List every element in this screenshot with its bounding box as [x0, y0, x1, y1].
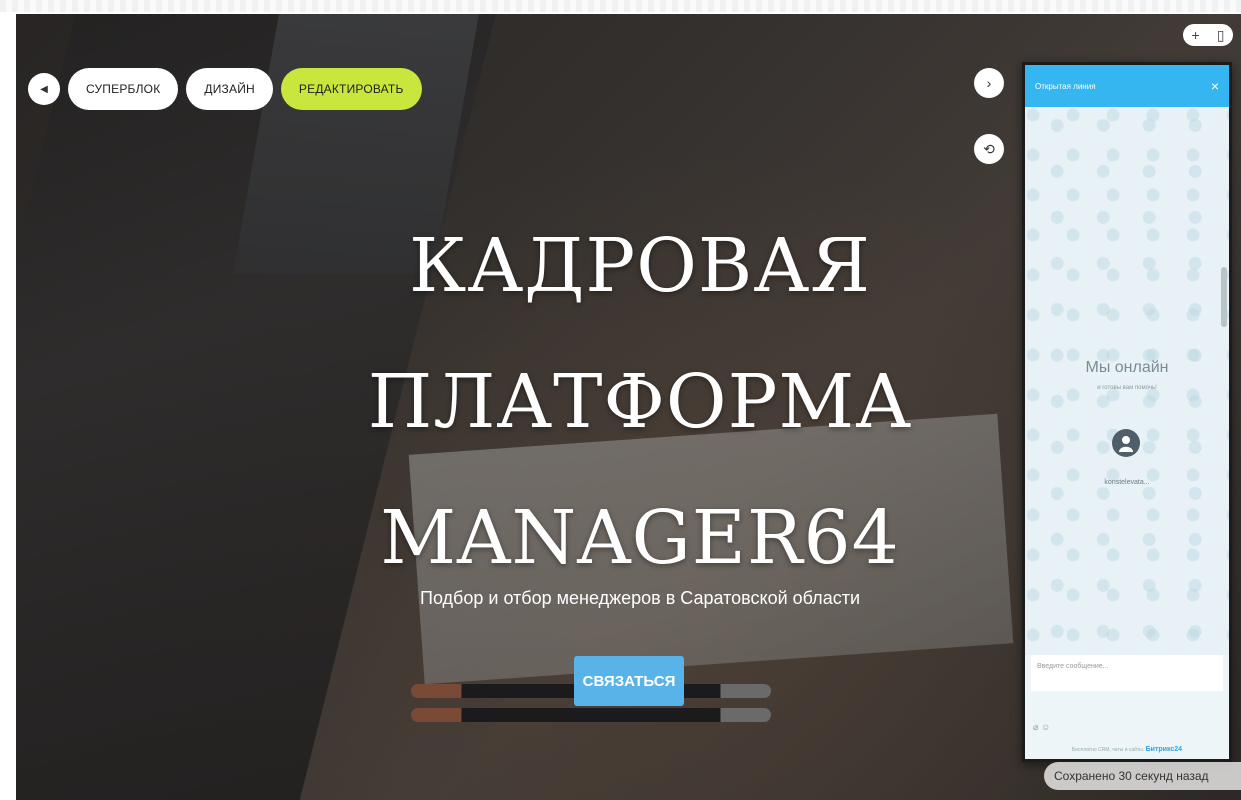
trash-icon[interactable]: ▯	[1217, 27, 1225, 44]
chevron-right-icon: ›	[986, 75, 992, 91]
operator-avatar	[1112, 429, 1140, 457]
hero-subtitle: Подбор и отбор менеджеров в Саратовской …	[420, 588, 860, 608]
bitrix-brand-link[interactable]: Битрикс24	[1146, 746, 1182, 753]
next-button[interactable]: ›	[974, 68, 1004, 98]
operator-name: konstelevata...	[1104, 479, 1150, 486]
chat-footer: Бесплатно CRM, чаты и сайты. Битрикс24	[1025, 746, 1229, 753]
block-side-controls: › ⟲	[974, 68, 1004, 200]
chat-online-title: Мы онлайн	[1085, 359, 1169, 376]
edit-button[interactable]: РЕДАКТИРОВАТЬ	[280, 68, 422, 110]
hero-title-line2: ПЛАТФОРМА	[367, 359, 913, 445]
chat-header: Открытая линия ×	[1025, 65, 1229, 107]
chat-footer-text: Бесплатно CRM, чаты и сайты.	[1071, 747, 1145, 753]
contact-button[interactable]: СВЯЗАТЬСЯ	[574, 656, 684, 706]
chat-scrollbar[interactable]	[1221, 267, 1227, 327]
chat-tools: ⌀ ☺	[1033, 722, 1050, 733]
top-ruler-strip	[0, 0, 1241, 12]
link-icon: ⟲	[983, 140, 995, 157]
chevron-left-icon: ◀	[40, 83, 48, 95]
add-block-button[interactable]: +	[1192, 27, 1200, 43]
top-right-controls: + ▯	[1183, 24, 1233, 46]
chat-widget: Открытая линия × Мы онлайн и готовы вам …	[1022, 62, 1232, 762]
user-icon	[1119, 436, 1133, 452]
save-status-notice: Сохранено 30 секунд назад	[1044, 762, 1241, 790]
link-button[interactable]: ⟲	[974, 134, 1004, 164]
back-button[interactable]: ◀	[28, 73, 60, 105]
hero-title-line3: MANAGER64	[380, 495, 900, 581]
hero-title: КАДРОВАЯ ПЛАТФОРМА MANAGER64	[340, 198, 940, 606]
superblock-button[interactable]: СУПЕРБЛОК	[68, 68, 179, 110]
hero-title-line1: КАДРОВАЯ	[408, 223, 872, 309]
attach-icon[interactable]: ⌀	[1033, 722, 1038, 732]
chat-header-title: Открытая линия	[1035, 81, 1096, 91]
chat-message-input[interactable]: Введите сообщение...	[1031, 655, 1223, 691]
editor-toolbar: ◀ СУПЕРБЛОК ДИЗАЙН РЕДАКТИРОВАТЬ	[28, 68, 422, 110]
smile-icon[interactable]: ☺	[1041, 722, 1050, 732]
design-button[interactable]: ДИЗАЙН	[186, 68, 273, 110]
close-icon[interactable]: ×	[1211, 78, 1219, 94]
chat-online-subtitle: и готовы вам помочь!	[1097, 385, 1157, 391]
chat-body: Мы онлайн и готовы вам помочь! konstelev…	[1025, 107, 1229, 655]
